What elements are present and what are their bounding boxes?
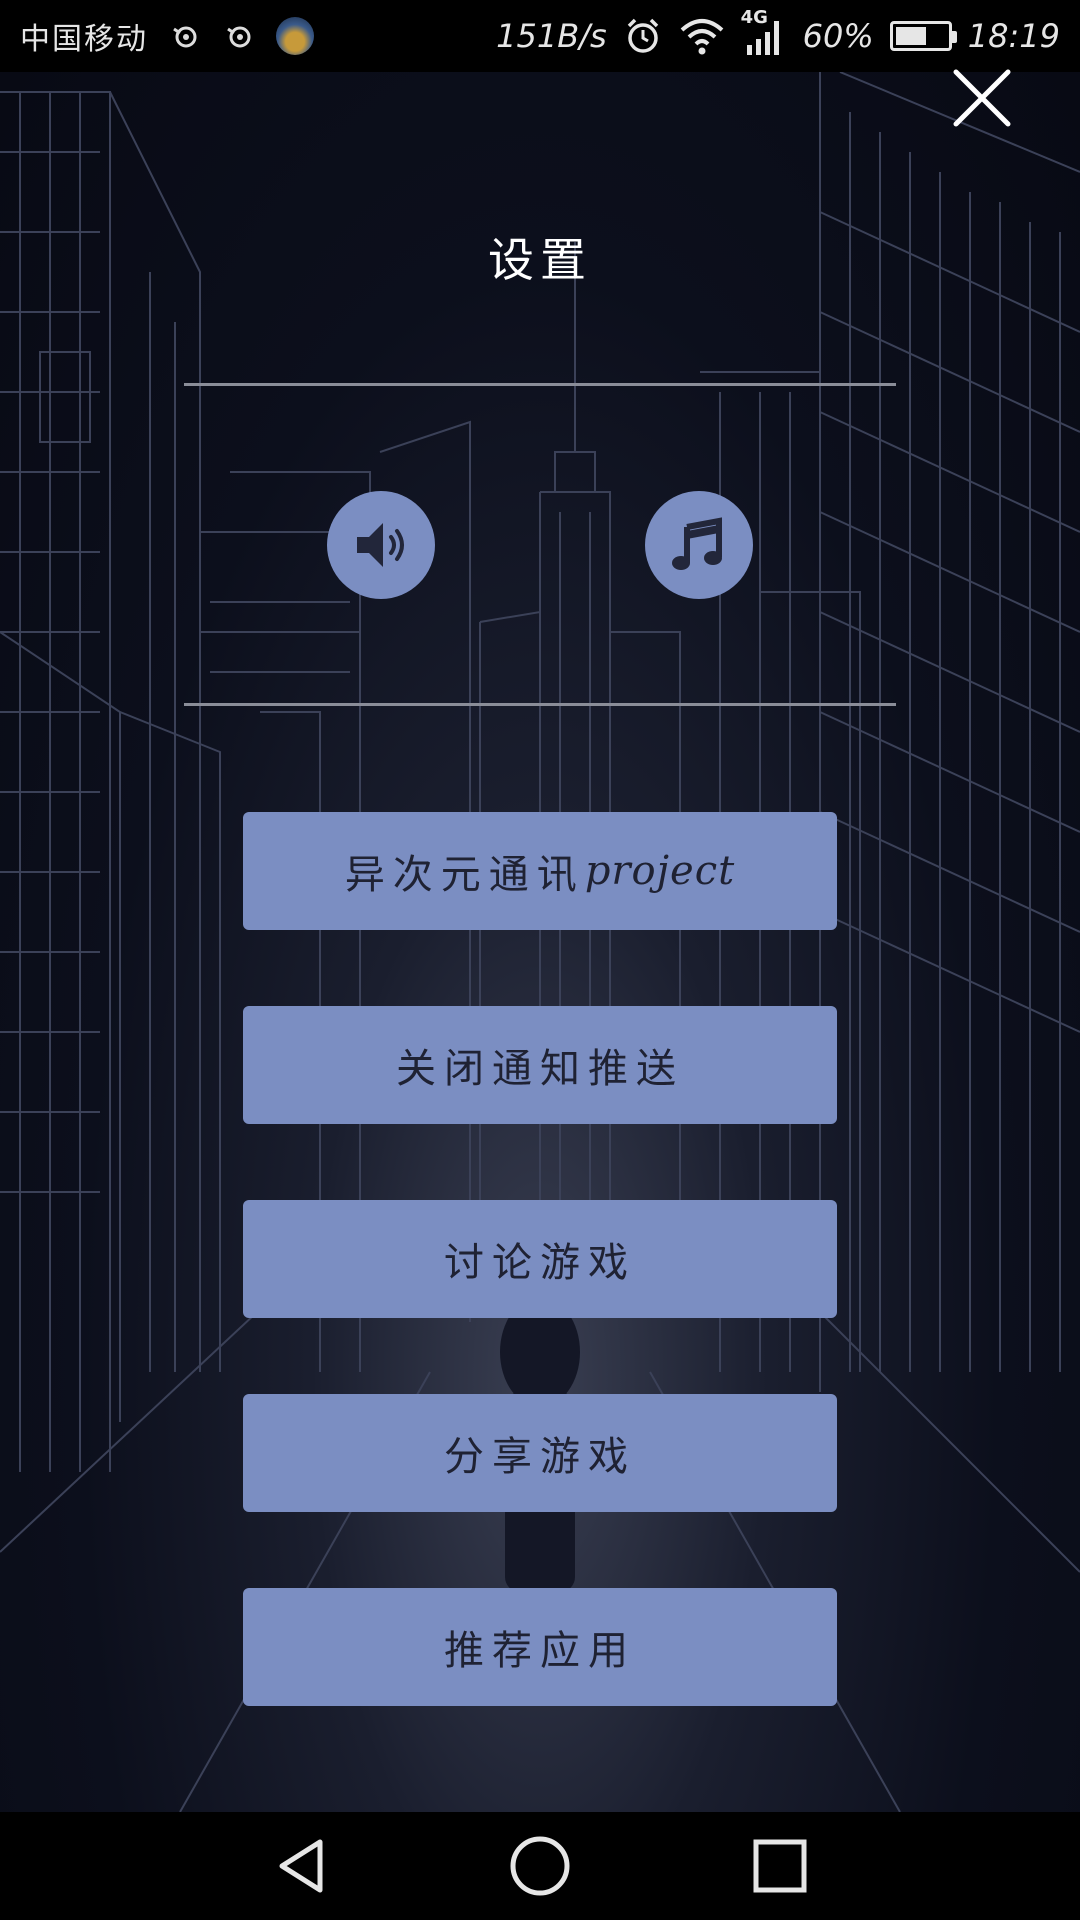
recommend-apps-button[interactable]: 推荐应用 <box>243 1588 837 1706</box>
discuss-game-label: 讨论游戏 <box>444 1240 636 1286</box>
music-note-icon <box>672 517 722 570</box>
project-button-suffix: project <box>584 848 736 894</box>
bottom-divider <box>184 703 896 706</box>
page-title: 设置 <box>488 233 592 287</box>
project-button[interactable]: 异次元通讯 project <box>243 812 837 930</box>
sound-toggle-button[interactable] <box>327 491 435 599</box>
battery-fill <box>895 27 926 45</box>
app-notification-icon <box>276 17 314 55</box>
music-toggle-button[interactable] <box>645 491 753 599</box>
home-circle-icon[interactable] <box>506 1832 574 1900</box>
top-divider <box>184 383 896 386</box>
disable-notifications-button[interactable]: 关闭通知推送 <box>243 1006 837 1124</box>
speaker-icon <box>357 523 404 567</box>
city-lines-illustration <box>0 72 1080 1812</box>
close-button[interactable] <box>950 66 1014 130</box>
discuss-game-button[interactable]: 讨论游戏 <box>243 1200 837 1318</box>
share-game-button[interactable]: 分享游戏 <box>243 1394 837 1512</box>
disable-notifications-label: 关闭通知推送 <box>396 1046 684 1092</box>
back-triangle-icon[interactable] <box>268 1832 336 1900</box>
navigation-bar <box>0 1812 1080 1920</box>
status-left: 中国移动 <box>20 14 314 58</box>
project-button-label: 异次元通讯 <box>344 852 585 898</box>
signal-bars-icon <box>746 21 779 55</box>
battery-percent: 60% <box>802 17 874 55</box>
city-background <box>0 72 1080 1812</box>
clock: 18:19 <box>967 17 1060 55</box>
share-game-label: 分享游戏 <box>444 1434 636 1480</box>
notification-icon <box>227 26 251 48</box>
wifi-icon <box>680 19 723 55</box>
carrier-name: 中国移动 <box>20 22 148 57</box>
net-speed: 151B/s <box>496 17 607 55</box>
notification-icon <box>173 26 197 48</box>
status-right: 151B/s 4G 60% 18:19 <box>496 7 1060 59</box>
alarm-icon <box>627 18 658 53</box>
cell-signal: 4G <box>741 7 787 59</box>
recents-square-icon[interactable] <box>746 1832 814 1900</box>
recommend-apps-label: 推荐应用 <box>444 1628 636 1674</box>
status-bar: 中国移动 151B/s 4G 60% 18:19 <box>0 0 1080 72</box>
screen: 中国移动 151B/s 4G 60% 18:19 设置 异次元通讯 projec… <box>0 0 1080 1920</box>
battery-icon <box>889 21 957 51</box>
